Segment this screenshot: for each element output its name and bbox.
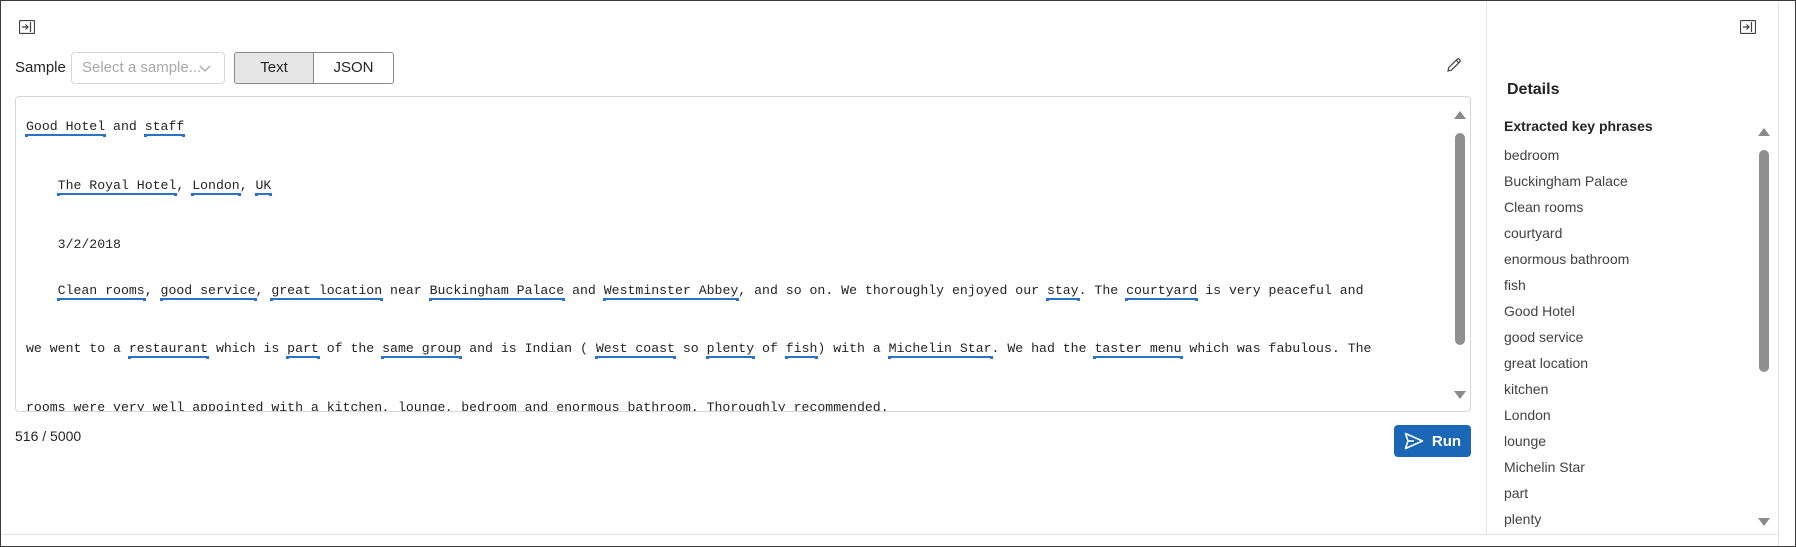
character-count: 516 / 5000 [15, 428, 82, 444]
sample-placeholder: Select a sample... [82, 59, 202, 76]
editor-text-run: and is Indian ( [461, 341, 596, 356]
editor-text-run: of [754, 341, 786, 356]
input-panel: Sample Select a sample... Text JSON Good… [2, 2, 1486, 534]
editor-text-run: rooms were very well appointed with a ki… [26, 400, 889, 412]
key-phrase-item: great location [1504, 355, 1589, 371]
key-phrase-highlight: Good Hotel [26, 119, 106, 136]
scroll-thumb[interactable] [1759, 150, 1769, 372]
tab-text[interactable]: Text [234, 52, 314, 84]
editor-text-run: , [144, 283, 161, 298]
key-phrase-highlight: Westminster Abbey [603, 283, 739, 300]
tab-json[interactable]: JSON [314, 52, 394, 84]
key-phrase-highlight: good service [160, 283, 256, 300]
key-phrase-highlight: staff [144, 119, 185, 136]
key-phrase-item: good service [1504, 329, 1584, 345]
chevron-down-icon [199, 65, 211, 72]
editor-text-run: , [176, 178, 193, 193]
key-phrase-item: courtyard [1504, 225, 1563, 241]
sample-label: Sample [15, 59, 66, 76]
details-panel: Details Extracted key phrases bedroom Buc… [1486, 2, 1778, 534]
editor-line: we went to a restaurant which is part of… [26, 341, 1372, 358]
key-phrase-highlight: Michelin Star [888, 341, 992, 358]
editor-text-run: and [564, 283, 604, 298]
editor-text-run: , [255, 283, 272, 298]
key-phrase-highlight: London [192, 178, 240, 195]
editor-text-run [26, 283, 58, 298]
key-phrase-highlight: great location [271, 283, 383, 300]
editor-text-run: and [105, 119, 145, 134]
collapse-panel-icon [1740, 20, 1756, 34]
sample-dropdown[interactable]: Select a sample... [71, 52, 225, 84]
details-title: Details [1507, 81, 1560, 98]
key-phrase-item: Clean rooms [1504, 199, 1584, 215]
details-scrollbar[interactable] [1755, 128, 1772, 526]
key-phrase-item: lounge [1504, 433, 1547, 449]
key-phrase-highlight: courtyard [1126, 283, 1198, 300]
key-phrase-item: Good Hotel [1504, 303, 1575, 319]
app-frame: Sample Select a sample... Text JSON Good… [0, 0, 1796, 547]
editor-text-run: ) with a [817, 341, 889, 356]
editor-text-run: , [239, 178, 256, 193]
editor-text-run: which was fabulous. The [1181, 341, 1372, 356]
run-label: Run [1431, 432, 1462, 450]
editor-line: Good Hotel and staff [26, 119, 185, 136]
vertical-scroll-strip [1778, 2, 1795, 546]
scroll-up-arrow[interactable] [1758, 128, 1770, 136]
key-phrase-highlight: fish [785, 341, 818, 358]
key-phrase-item: kitchen [1504, 381, 1549, 397]
key-phrases-list: bedroom Buckingham Palace Clean rooms court… [1504, 142, 1744, 532]
key-phrase-item: bedroom [1504, 147, 1560, 163]
key-phrase-highlight: restaurant [128, 341, 209, 358]
edit-button[interactable] [1442, 53, 1466, 77]
collapse-panel-icon [19, 20, 35, 34]
editor-text-run: which is [208, 341, 288, 356]
run-button[interactable]: Run [1394, 425, 1471, 457]
editor-text-run: 3/2/2018 [26, 237, 121, 252]
editor-text-run: is very peaceful and [1197, 283, 1364, 298]
editor-text-run: near [382, 283, 430, 298]
key-phrase-highlight: stay [1046, 283, 1079, 300]
editor-text-run: , and so on. We thoroughly enjoyed our [738, 283, 1047, 298]
editor-line: The Royal Hotel, London, UK [26, 178, 272, 195]
key-phrase-highlight: UK [255, 178, 272, 195]
key-phrase-item: plenty [1504, 511, 1542, 527]
editor-scrollbar[interactable] [1451, 97, 1468, 411]
key-phrase-highlight: plenty [706, 341, 755, 358]
key-phrase-highlight: The Royal Hotel [57, 178, 177, 195]
editor-line: rooms were very well appointed with a ki… [26, 400, 889, 412]
key-phrase-item: London [1504, 407, 1551, 423]
key-phrase-highlight: Buckingham Palace [429, 283, 565, 300]
scroll-down-arrow[interactable] [1454, 391, 1466, 399]
key-phrase-highlight: Clean rooms [57, 283, 145, 300]
collapse-details-button[interactable] [1736, 15, 1760, 39]
editor-line: Clean rooms, good service, great locatio… [26, 283, 1364, 300]
send-icon [1404, 432, 1424, 450]
editor-text-run: . We had the [991, 341, 1095, 356]
key-phrase-highlight: same group [382, 341, 462, 358]
scroll-thumb[interactable] [1455, 133, 1465, 345]
key-phrase-item: fish [1504, 277, 1526, 293]
key-phrases-header: Extracted key phrases [1504, 118, 1653, 134]
key-phrase-item: enormous bathroom [1504, 251, 1630, 267]
collapse-panel-button[interactable] [15, 15, 39, 39]
text-editor[interactable]: Good Hotel and staff The Royal Hotel, Lo… [15, 96, 1471, 412]
key-phrase-item: Michelin Star [1504, 459, 1585, 475]
key-phrase-highlight: West coast [595, 341, 675, 358]
editor-text-run: we went to a [26, 341, 129, 356]
editor-line: 3/2/2018 [26, 237, 121, 252]
editor-text-run [26, 178, 58, 193]
scroll-up-arrow[interactable] [1454, 111, 1466, 119]
pencil-icon [1447, 58, 1461, 72]
scroll-down-arrow[interactable] [1758, 518, 1770, 526]
editor-text-run: so [674, 341, 707, 356]
editor-text-run: of the [318, 341, 383, 356]
editor-text-run: . The [1078, 283, 1127, 298]
key-phrase-highlight: taster menu [1094, 341, 1182, 358]
key-phrase-highlight: part [287, 341, 319, 358]
key-phrase-item: Buckingham Palace [1504, 173, 1628, 189]
key-phrase-item: part [1504, 485, 1529, 501]
horizontal-scroll-strip [2, 534, 1778, 546]
